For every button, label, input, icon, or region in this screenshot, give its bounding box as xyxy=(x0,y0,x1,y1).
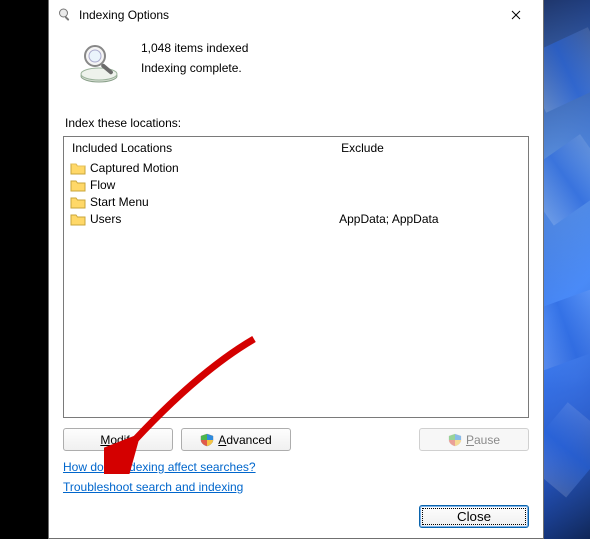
items-indexed-label: 1,048 items indexed xyxy=(141,38,248,58)
column-header-exclude[interactable]: Exclude xyxy=(333,138,528,158)
dialog-title: Indexing Options xyxy=(79,8,169,22)
list-item[interactable]: Start Menu xyxy=(64,193,333,210)
desktop-wallpaper-strip xyxy=(544,0,590,539)
listview-headers[interactable]: Included Locations Exclude xyxy=(64,137,528,159)
location-name: Start Menu xyxy=(90,195,149,209)
folder-icon xyxy=(70,195,86,209)
folder-icon xyxy=(70,178,86,192)
list-item[interactable]: Flow xyxy=(64,176,333,193)
exclude-cell: AppData; AppData xyxy=(333,210,528,227)
column-header-included[interactable]: Included Locations xyxy=(64,138,333,158)
magnifier-icon xyxy=(57,7,73,23)
index-locations-label: Index these locations: xyxy=(65,116,529,130)
exclude-cell xyxy=(333,176,528,193)
location-name: Users xyxy=(90,212,121,226)
titlebar[interactable]: Indexing Options xyxy=(49,0,543,30)
modify-button[interactable]: Modify xyxy=(63,428,173,451)
indexing-state-label: Indexing complete. xyxy=(141,58,248,78)
exclude-cell xyxy=(333,159,528,176)
list-item[interactable]: Users xyxy=(64,210,333,227)
troubleshoot-link[interactable]: Troubleshoot search and indexing xyxy=(63,480,243,494)
titlebar-close-button[interactable] xyxy=(495,1,537,29)
shield-icon xyxy=(200,433,214,447)
exclude-cell xyxy=(333,193,528,210)
help-link[interactable]: How does indexing affect searches? xyxy=(63,460,256,474)
close-icon xyxy=(511,10,521,20)
indexing-large-icon xyxy=(75,38,123,86)
list-item[interactable]: Captured Motion xyxy=(64,159,333,176)
location-name: Captured Motion xyxy=(90,161,179,175)
locations-listview[interactable]: Included Locations Exclude Captured Moti… xyxy=(63,136,529,418)
pause-button: Pause xyxy=(419,428,529,451)
folder-icon xyxy=(70,161,86,175)
shield-icon xyxy=(448,433,462,447)
close-button[interactable]: Close xyxy=(419,505,529,528)
advanced-button[interactable]: Advanced xyxy=(181,428,291,451)
folder-icon xyxy=(70,212,86,226)
indexing-options-dialog: Indexing Options 1,048 items indexed xyxy=(48,0,544,539)
location-name: Flow xyxy=(90,178,115,192)
